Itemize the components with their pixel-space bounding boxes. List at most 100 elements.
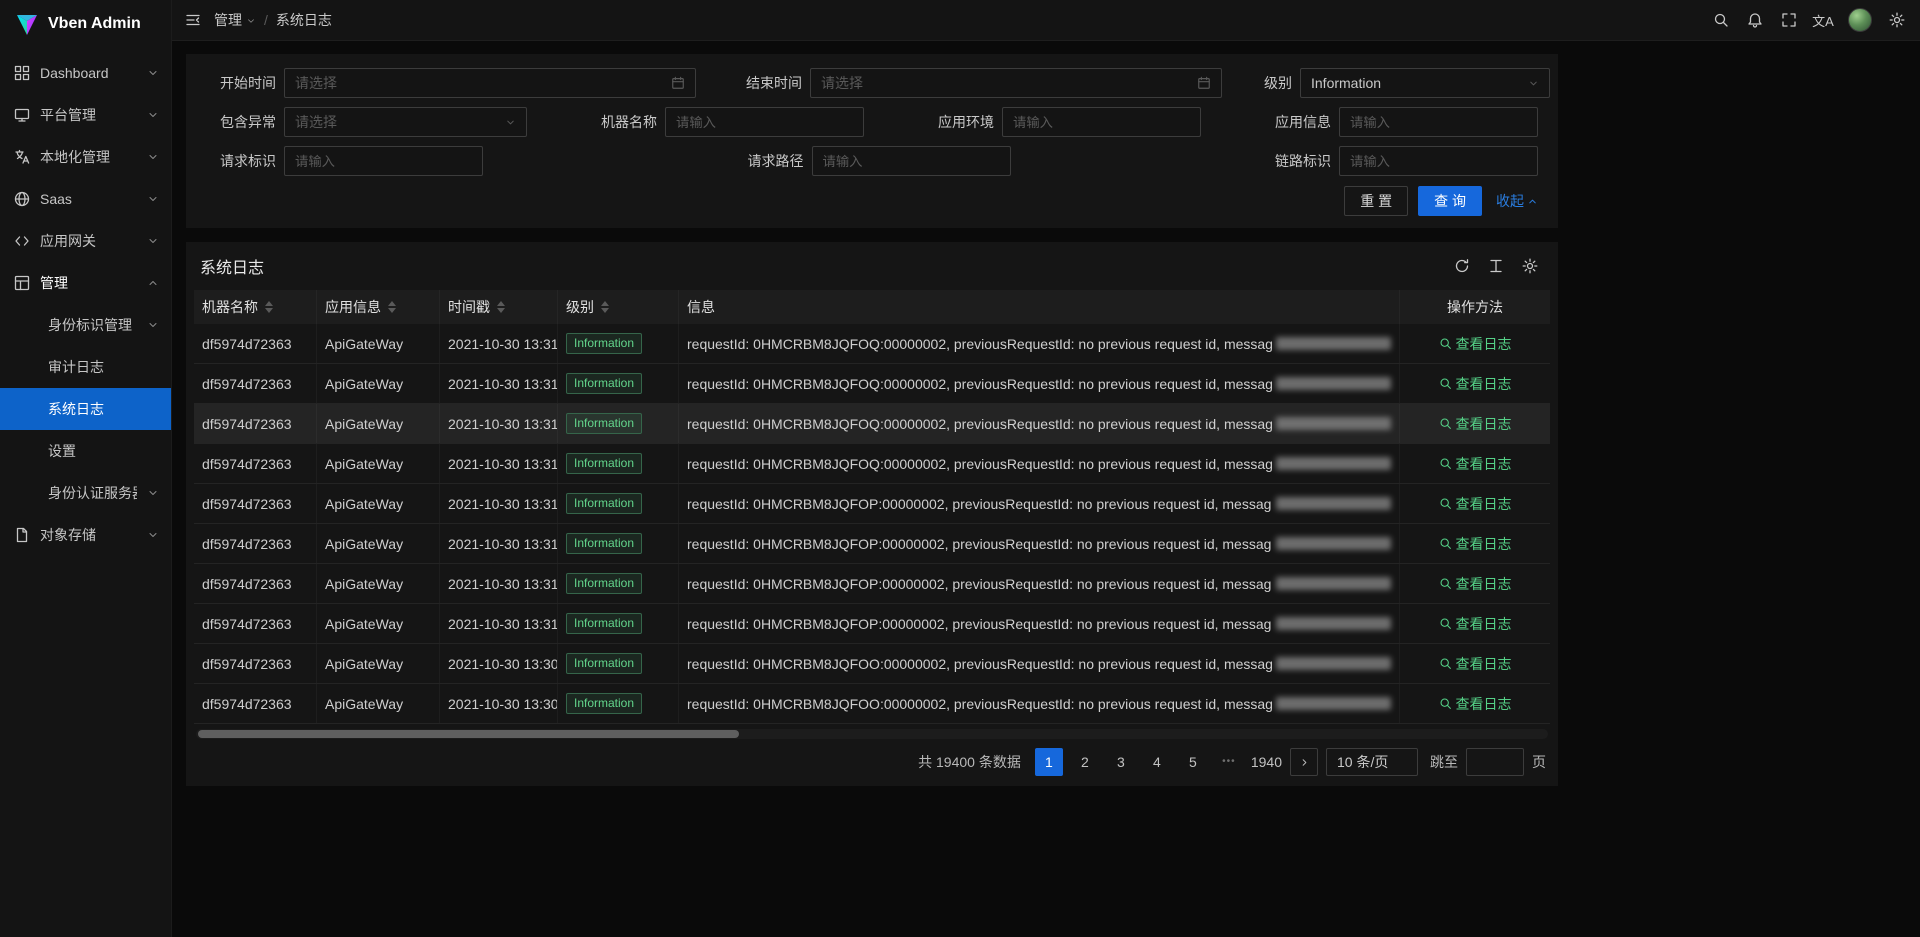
view-log-link[interactable]: 查看日志 xyxy=(1439,454,1512,474)
request-id-input[interactable] xyxy=(284,146,483,176)
sidebar-item-saas[interactable]: Saas xyxy=(0,178,171,220)
total-count: 共 19400 条数据 xyxy=(918,752,1021,772)
machine-name-cell: df5974d72363 xyxy=(202,536,292,552)
message-cell: requestId: 0HMCRBM8JQFOQ:00000002, previ… xyxy=(687,456,1272,472)
sidebar-item-identity-server[interactable]: 身份认证服务器 xyxy=(0,472,171,514)
jump-to-input[interactable] xyxy=(1466,748,1524,776)
app-info-cell: ApiGateWay xyxy=(325,536,403,552)
view-log-link[interactable]: 查看日志 xyxy=(1439,574,1512,594)
row-height-icon[interactable] xyxy=(1488,258,1504,274)
table-row[interactable]: df5974d72363 ApiGateWay 2021-10-30 13:31… xyxy=(194,364,1550,404)
collapse-label: 收起 xyxy=(1496,191,1524,211)
horizontal-scrollbar[interactable] xyxy=(196,729,1548,739)
page-button-1[interactable]: 1 xyxy=(1035,748,1063,776)
sidebar-item-dashboard[interactable]: Dashboard xyxy=(0,52,171,94)
column-settings-icon[interactable] xyxy=(1522,258,1538,274)
sidebar-item-localization[interactable]: 本地化管理 xyxy=(0,136,171,178)
view-log-link[interactable]: 查看日志 xyxy=(1439,494,1512,514)
reset-button[interactable]: 重 置 xyxy=(1344,186,1408,216)
file-icon xyxy=(14,527,30,543)
sidebar-item-audit-logs[interactable]: 审计日志 xyxy=(0,346,171,388)
view-log-label: 查看日志 xyxy=(1456,334,1512,354)
view-log-label: 查看日志 xyxy=(1456,694,1512,714)
machine-name-cell: df5974d72363 xyxy=(202,336,292,352)
collapse-link[interactable]: 收起 xyxy=(1496,191,1538,211)
sidebar-item-manage[interactable]: 管理 xyxy=(0,262,171,304)
end-time-picker[interactable]: 请选择 xyxy=(810,68,1222,98)
app-info-cell: ApiGateWay xyxy=(325,576,403,592)
machine-name-input[interactable] xyxy=(665,107,864,137)
trace-id-input[interactable] xyxy=(1339,146,1538,176)
view-log-link[interactable]: 查看日志 xyxy=(1439,334,1512,354)
sidebar-item-gateway[interactable]: 应用网关 xyxy=(0,220,171,262)
include-exception-select[interactable]: 请选择 xyxy=(284,107,527,137)
refresh-icon[interactable] xyxy=(1454,258,1470,274)
include-exception-label: 包含异常 xyxy=(206,112,276,132)
query-button[interactable]: 查 询 xyxy=(1418,186,1482,216)
calendar-icon xyxy=(671,76,685,90)
app-info-input[interactable] xyxy=(1339,107,1538,137)
column-header-machine[interactable]: 机器名称 xyxy=(194,290,317,324)
notification-bell-icon[interactable] xyxy=(1738,0,1772,40)
search-icon[interactable] xyxy=(1704,0,1738,40)
column-header-timestamp[interactable]: 时间戳 xyxy=(440,290,558,324)
machine-name-cell: df5974d72363 xyxy=(202,576,292,592)
table-row[interactable]: df5974d72363 ApiGateWay 2021-10-30 13:31… xyxy=(194,404,1550,444)
page-button-2[interactable]: 2 xyxy=(1071,748,1099,776)
app-env-input[interactable] xyxy=(1002,107,1201,137)
page-button-3[interactable]: 3 xyxy=(1107,748,1135,776)
magnifier-icon xyxy=(1439,457,1452,470)
page-button-last[interactable]: 1940 xyxy=(1251,748,1282,776)
view-log-link[interactable]: 查看日志 xyxy=(1439,694,1512,714)
level-badge: Information xyxy=(566,533,642,554)
sidebar-item-identity-mgmt[interactable]: 身份标识管理 xyxy=(0,304,171,346)
redacted-text xyxy=(1276,337,1391,350)
view-log-link[interactable]: 查看日志 xyxy=(1439,614,1512,634)
page-button-4[interactable]: 4 xyxy=(1143,748,1171,776)
table-row[interactable]: df5974d72363 ApiGateWay 2021-10-30 13:30… xyxy=(194,644,1550,684)
fullscreen-icon[interactable] xyxy=(1772,0,1806,40)
start-time-picker[interactable]: 请选择 xyxy=(284,68,696,98)
table-header-row: 机器名称 应用信息 时间戳 级别 xyxy=(194,290,1550,324)
view-log-link[interactable]: 查看日志 xyxy=(1439,654,1512,674)
avatar[interactable] xyxy=(1848,8,1872,32)
page-size-select[interactable]: 10 条/页 xyxy=(1326,748,1418,776)
view-log-label: 查看日志 xyxy=(1456,374,1512,394)
translate-icon[interactable]: 文A xyxy=(1806,0,1840,40)
table-row[interactable]: df5974d72363 ApiGateWay 2021-10-30 13:31… xyxy=(194,604,1550,644)
placeholder-text: 请选择 xyxy=(821,73,1189,93)
level-select[interactable]: Information xyxy=(1300,68,1550,98)
view-log-link[interactable]: 查看日志 xyxy=(1439,414,1512,434)
table-row[interactable]: df5974d72363 ApiGateWay 2021-10-30 13:31… xyxy=(194,524,1550,564)
next-page-button[interactable] xyxy=(1290,748,1318,776)
table-row[interactable]: df5974d72363 ApiGateWay 2021-10-30 13:31… xyxy=(194,324,1550,364)
sidebar-item-label: 本地化管理 xyxy=(40,147,137,167)
level-label: 级别 xyxy=(1222,73,1292,93)
level-badge: Information xyxy=(566,613,642,634)
sidebar-item-system-logs[interactable]: 系统日志 xyxy=(0,388,171,430)
sidebar-item-label: 对象存储 xyxy=(40,525,137,545)
table-row[interactable]: df5974d72363 ApiGateWay 2021-10-30 13:31… xyxy=(194,484,1550,524)
column-label: 应用信息 xyxy=(325,297,381,317)
app-logo[interactable]: Vben Admin xyxy=(0,0,171,48)
column-header-app-info[interactable]: 应用信息 xyxy=(317,290,440,324)
breadcrumb-item-manage[interactable]: 管理 xyxy=(214,10,256,30)
table-row[interactable]: df5974d72363 ApiGateWay 2021-10-30 13:30… xyxy=(194,684,1550,724)
page-button-5[interactable]: 5 xyxy=(1179,748,1207,776)
scrollbar-thumb[interactable] xyxy=(198,730,739,738)
view-log-link[interactable]: 查看日志 xyxy=(1439,374,1512,394)
menu-fold-icon[interactable] xyxy=(172,0,214,40)
settings-gear-icon[interactable] xyxy=(1880,0,1914,40)
request-path-input[interactable] xyxy=(812,146,1011,176)
placeholder-text: 请选择 xyxy=(295,112,497,132)
sidebar-item-object-storage[interactable]: 对象存储 xyxy=(0,514,171,556)
sidebar-item-settings[interactable]: 设置 xyxy=(0,430,171,472)
column-header-level[interactable]: 级别 xyxy=(558,290,679,324)
table-row[interactable]: df5974d72363 ApiGateWay 2021-10-30 13:31… xyxy=(194,564,1550,604)
message-cell: requestId: 0HMCRBM8JQFOO:00000002, previ… xyxy=(687,696,1272,712)
view-log-link[interactable]: 查看日志 xyxy=(1439,534,1512,554)
table-row[interactable]: df5974d72363 ApiGateWay 2021-10-30 13:31… xyxy=(194,444,1550,484)
sidebar-item-platform[interactable]: 平台管理 xyxy=(0,94,171,136)
sort-icon xyxy=(265,301,273,313)
page-ellipsis[interactable]: ••• xyxy=(1215,748,1243,776)
